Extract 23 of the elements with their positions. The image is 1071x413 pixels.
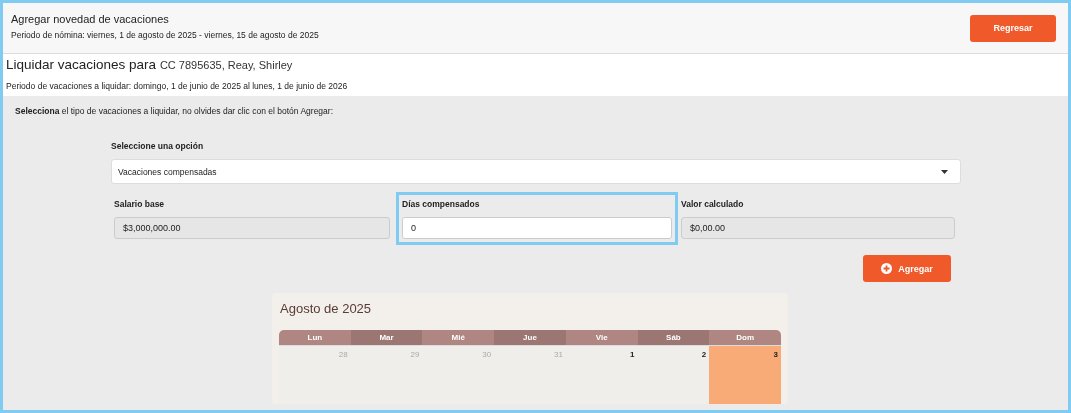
section-heading: Liquidar vacaciones para	[6, 57, 157, 72]
weekday-header: Lun	[279, 330, 351, 345]
plus-circle-icon	[881, 263, 893, 274]
field-label: Valor calculado	[681, 199, 745, 209]
field-label: Seleccione una opción	[111, 141, 205, 151]
weekday-header: Dom	[709, 330, 781, 345]
weekday-header: Vie	[565, 330, 638, 345]
field-label: Días compensados	[402, 199, 481, 209]
vacation-period: Periodo de vacaciones a liquidar: domingo, 1 de junio de 2025 al lunes, 1 de junio de 2026	[6, 81, 349, 91]
option-select[interactable]: Vacaciones compensadas	[111, 159, 961, 184]
caret-icon	[941, 169, 948, 174]
calendar-title: Agosto de 2025	[279, 300, 373, 318]
weekday-header: Mié	[422, 330, 495, 345]
page-title: Agregar novedad de vacaciones	[11, 12, 170, 25]
weekday-header: Mar	[350, 330, 423, 345]
field-label: Salario base	[114, 199, 166, 209]
day-cell[interactable]: 3	[709, 346, 781, 404]
payroll-period: Periodo de nómina: viernes, 1 de agosto de 2025 - viernes, 15 de agosto de 2025	[11, 29, 319, 40]
input-field[interactable]: 0	[402, 217, 672, 239]
weekday-header: Jue	[494, 330, 566, 345]
weekday-header: Sáb	[637, 330, 710, 345]
employee-id: CC 7895635, Reay, Shirley	[159, 59, 293, 71]
instruction-text: Selecciona el tipo de vacaciones a liquidar, no olvides dar clic con el botón Agregar:	[15, 106, 334, 116]
